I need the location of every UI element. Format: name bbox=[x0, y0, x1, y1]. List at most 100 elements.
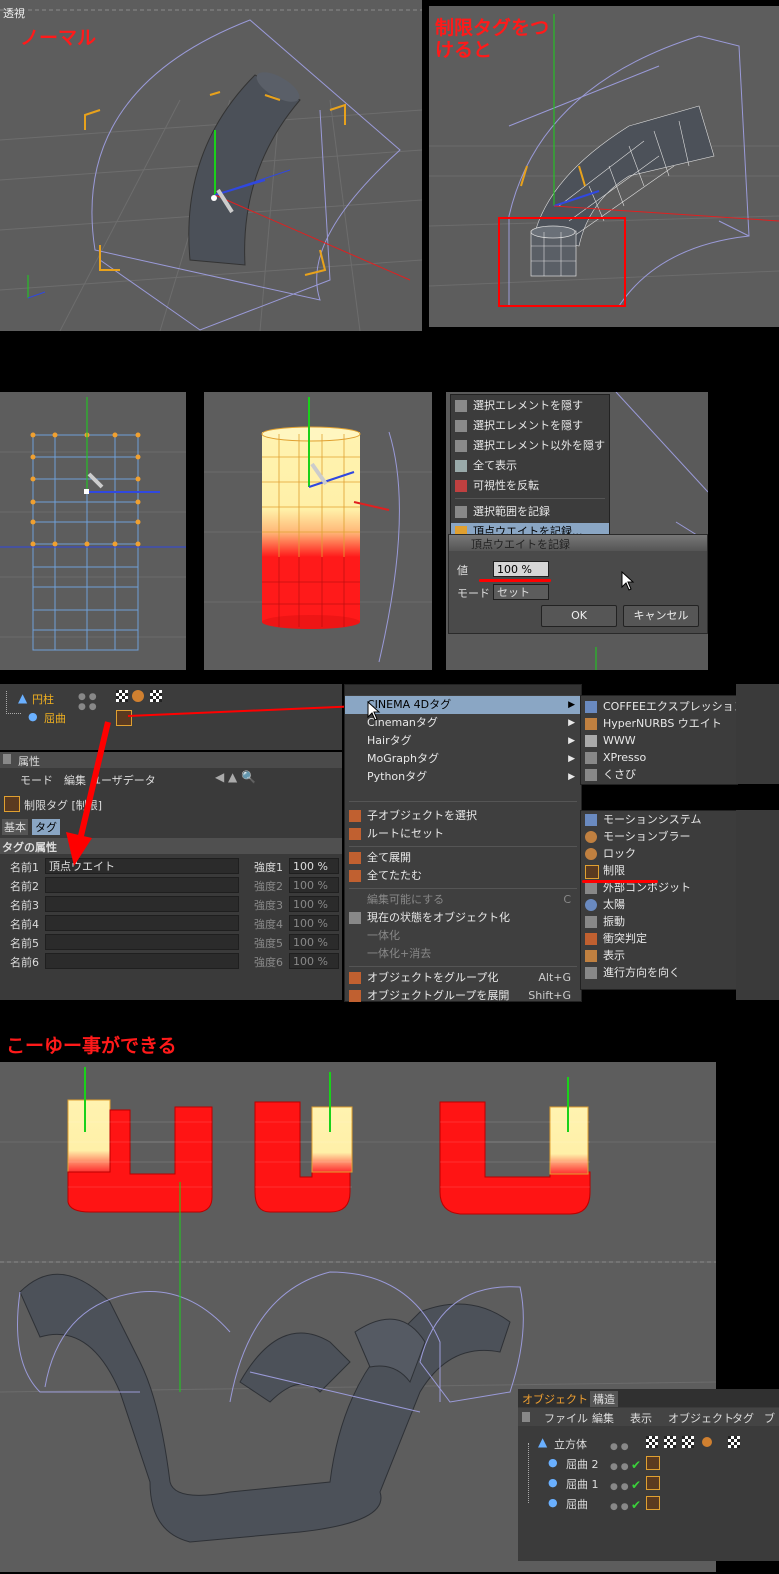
menu-edit[interactable]: 編集 bbox=[64, 772, 86, 788]
menu-item-store-selection[interactable]: 選択範囲を記録 bbox=[451, 503, 609, 521]
menu-item-group-objects[interactable]: オブジェクトをグループ化 Alt+G bbox=[345, 969, 581, 987]
mode-select[interactable]: セット bbox=[493, 584, 549, 600]
name1-label: 名前1 bbox=[10, 861, 39, 874]
enabled-checks[interactable]: ✔ ✔ ✔ bbox=[631, 1455, 641, 1515]
checker-tag-icon[interactable] bbox=[664, 1436, 676, 1448]
menu-item-mograph-tags[interactable]: MoGraphタグ ▶ bbox=[345, 750, 581, 768]
menu-item-collapse-all[interactable]: 全てたたむ bbox=[345, 867, 581, 885]
viewport-points-wire[interactable] bbox=[0, 392, 186, 670]
menu-item-python-tags[interactable]: Pythonタグ ▶ bbox=[345, 768, 581, 786]
menu-item-hide-unselected[interactable]: 選択エレメント以外を隠す bbox=[451, 437, 609, 455]
restriction-tag-icon[interactable] bbox=[646, 1456, 660, 1470]
strength5-field[interactable]: 100 % bbox=[289, 934, 339, 950]
visibility-dots[interactable]: ● ● ● ● bbox=[78, 692, 98, 722]
lock-icon bbox=[585, 848, 597, 860]
object-row-bend[interactable]: 屈曲 bbox=[566, 1496, 588, 1512]
submenu-item-hypernurbs-weight[interactable]: HyperNURBS ウエイト bbox=[581, 715, 737, 733]
tag-title: 制限タグ [制限] bbox=[24, 799, 103, 812]
menu-item-hide-selected[interactable]: 選択エレメントを隠す bbox=[451, 397, 609, 415]
submenu-item-sun[interactable]: 太陽 bbox=[581, 896, 737, 914]
menu-item-hair-tags[interactable]: Hairタグ ▶ bbox=[345, 732, 581, 750]
name3-field[interactable] bbox=[45, 896, 239, 912]
object-row-cube[interactable]: 立方体 bbox=[554, 1436, 587, 1452]
object-row-bend[interactable]: 屈曲 bbox=[44, 710, 66, 726]
strength6-field[interactable]: 100 % bbox=[289, 953, 339, 969]
weight-tag-icon[interactable] bbox=[132, 690, 144, 702]
submenu-item-lock[interactable]: ロック bbox=[581, 845, 737, 863]
strength2-label: 強度2 bbox=[254, 880, 283, 893]
menu-edit[interactable]: 編集 bbox=[592, 1410, 614, 1426]
cancel-button[interactable]: キャンセル bbox=[623, 605, 699, 627]
menu-separator bbox=[349, 846, 577, 847]
checker-tag-icon[interactable] bbox=[116, 690, 128, 702]
tab-structure[interactable]: 構造 bbox=[590, 1391, 618, 1407]
restriction-tag-icon[interactable] bbox=[646, 1476, 660, 1490]
restriction-underline bbox=[582, 880, 658, 883]
menu-item-show-all[interactable]: 全て表示 bbox=[451, 457, 609, 475]
menu-item-set-root[interactable]: ルートにセット bbox=[345, 825, 581, 843]
submenu-item-motion-blur[interactable]: モーションブラー bbox=[581, 828, 737, 846]
menu-separator bbox=[349, 966, 577, 967]
submenu-item-restriction[interactable]: 制限 bbox=[581, 862, 737, 880]
ok-button[interactable]: OK bbox=[541, 605, 617, 627]
visibility-dots[interactable]: ● ● ● ● ● ● ● ● bbox=[610, 1437, 629, 1517]
restriction-icon bbox=[585, 865, 599, 879]
submenu-item-target[interactable]: 進行方向を向く bbox=[581, 964, 737, 982]
tab-objects[interactable]: オブジェクト bbox=[522, 1391, 588, 1407]
menu-item-connect-delete[interactable]: 一体化+消去 bbox=[345, 945, 581, 963]
vertex-context-menu: 選択エレメントを隠す 選択エレメントを隠す 選択エレメント以外を隠す 全て表示 … bbox=[450, 394, 610, 546]
menu-view[interactable]: 表示 bbox=[630, 1410, 652, 1426]
menu-item-invert-visibility[interactable]: 可視性を反転 bbox=[451, 477, 609, 495]
strength3-field[interactable]: 100 % bbox=[289, 896, 339, 912]
name6-field[interactable] bbox=[45, 953, 239, 969]
submenu-item-collision[interactable]: 衝突判定 bbox=[581, 930, 737, 948]
name1-field[interactable]: 頂点ウエイト bbox=[45, 858, 239, 874]
name4-field[interactable] bbox=[45, 915, 239, 931]
object-row-cylinder[interactable]: 円柱 bbox=[32, 691, 54, 707]
submenu-item-xpresso[interactable]: XPresso bbox=[581, 749, 737, 767]
motion-blur-icon bbox=[585, 831, 597, 843]
menu-bookmarks[interactable]: ブ bbox=[764, 1410, 775, 1426]
restriction-tag-icon[interactable] bbox=[116, 710, 132, 726]
menu-item-expand-group[interactable]: オブジェクトグループを展開 Shift+G bbox=[345, 987, 581, 1005]
menu-userdata[interactable]: ユーザデータ bbox=[90, 772, 156, 788]
submenu-item-coffee[interactable]: COFFEEエクスプレッション bbox=[581, 698, 745, 716]
submenu-item-vibrate[interactable]: 振動 bbox=[581, 913, 737, 931]
strength2-field[interactable]: 100 % bbox=[289, 877, 339, 893]
checker-tag-icon[interactable] bbox=[150, 690, 162, 702]
tab-basic[interactable]: 基本 bbox=[2, 819, 28, 835]
checker-tag-icon[interactable] bbox=[728, 1436, 740, 1448]
checker-tag-icon[interactable] bbox=[682, 1436, 694, 1448]
name5-label: 名前5 bbox=[10, 937, 39, 950]
object-row-bend2[interactable]: 屈曲 2 bbox=[566, 1456, 599, 1472]
object-row-bend1[interactable]: 屈曲 1 bbox=[566, 1476, 599, 1492]
menu-item-select-children[interactable]: 子オブジェクトを選択 bbox=[345, 807, 581, 825]
name5-field[interactable] bbox=[45, 934, 239, 950]
value-field[interactable]: 100 % bbox=[493, 561, 549, 577]
submenu-item-www[interactable]: WWW bbox=[581, 732, 737, 750]
strength4-field[interactable]: 100 % bbox=[289, 915, 339, 931]
menu-item-connect[interactable]: 一体化 bbox=[345, 927, 581, 945]
strength1-field[interactable]: 100 % bbox=[289, 858, 339, 874]
menu-file[interactable]: ファイル bbox=[544, 1410, 588, 1426]
weight-tag-icon[interactable] bbox=[702, 1437, 712, 1447]
menu-item-make-editable[interactable]: 編集可能にする C bbox=[345, 891, 581, 909]
nav-arrows[interactable]: ◀ ▲ 🔍 bbox=[215, 770, 256, 784]
name2-field[interactable] bbox=[45, 877, 239, 893]
menu-item-expand-all[interactable]: 全て展開 bbox=[345, 849, 581, 867]
menu-item-hide-selected-2[interactable]: 選択エレメントを隠す bbox=[451, 417, 609, 435]
menu-tags[interactable]: タグ bbox=[732, 1410, 754, 1426]
viewport-normal[interactable]: 透視 bbox=[0, 0, 422, 331]
submenu-item-motion-system[interactable]: モーションシステム bbox=[581, 811, 737, 829]
restriction-tag-icon[interactable] bbox=[646, 1496, 660, 1510]
submenu-item-display[interactable]: 表示 bbox=[581, 947, 737, 965]
submenu-item-wedge[interactable]: くさび bbox=[581, 766, 737, 784]
tab-tag[interactable]: タグ bbox=[32, 819, 60, 835]
checker-tag-icon[interactable] bbox=[646, 1436, 658, 1448]
menu-item-current-state-to-object[interactable]: 現在の状態をオブジェクト化 bbox=[345, 909, 581, 927]
menu-mode[interactable]: モード bbox=[20, 772, 53, 788]
panel-grip-icon bbox=[3, 754, 11, 764]
viewport-weight-paint[interactable] bbox=[204, 392, 432, 670]
strength5-label: 強度5 bbox=[254, 937, 283, 950]
menu-objects[interactable]: オブジェクト bbox=[668, 1410, 734, 1426]
